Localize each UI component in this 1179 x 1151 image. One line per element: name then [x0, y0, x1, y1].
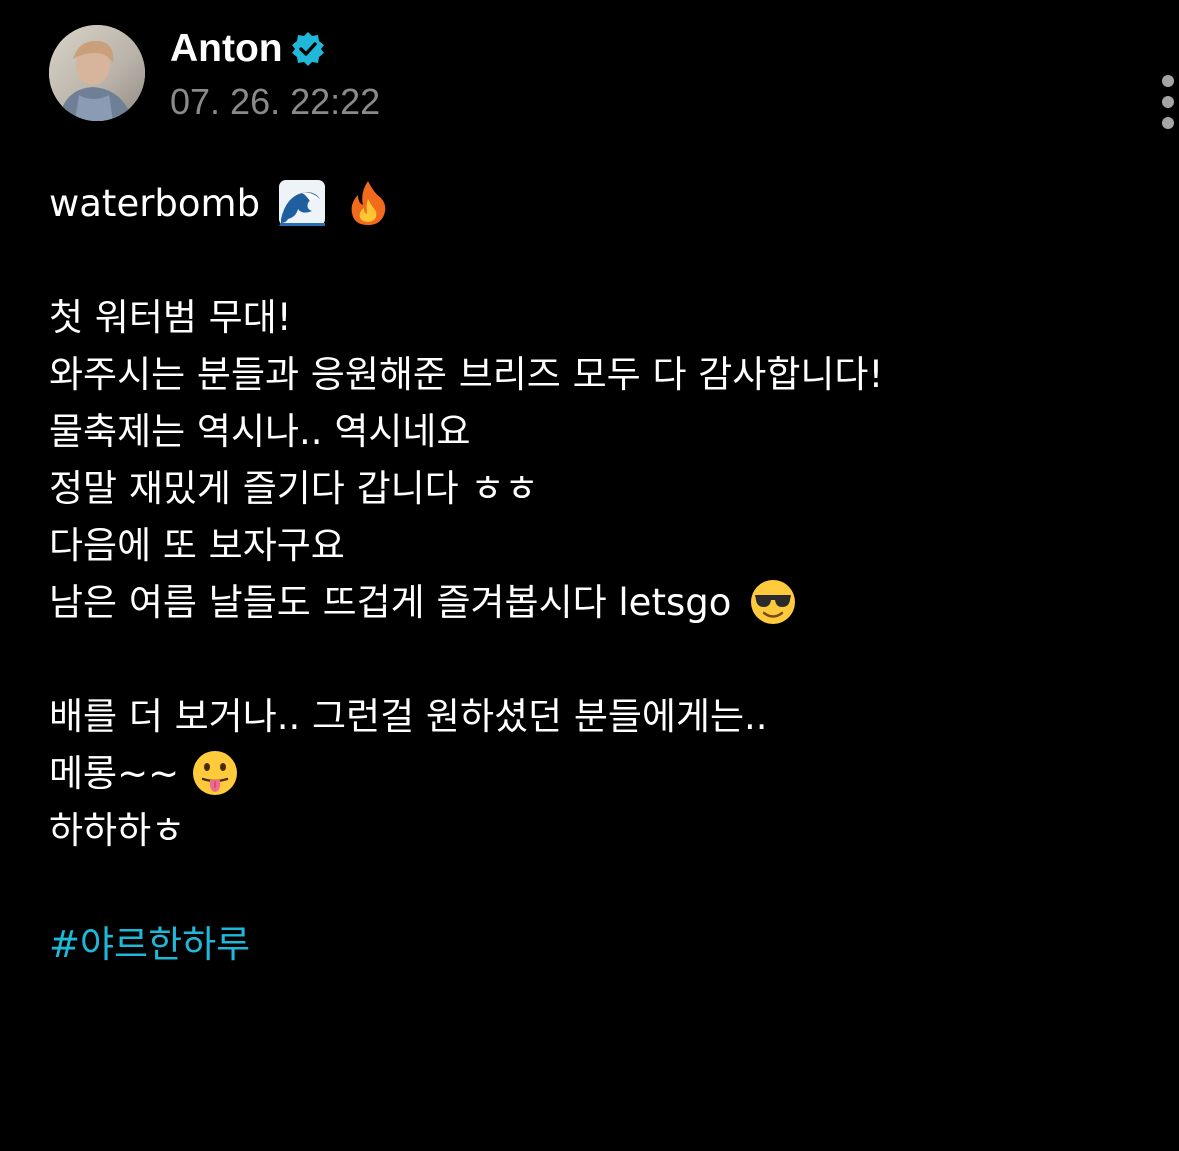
sunglasses-face-emoji: [749, 578, 797, 626]
post-line-text: 메롱~~: [49, 752, 180, 795]
hashtag-row: #야르한하루: [49, 916, 1149, 973]
post-line: 물축제는 역시나.. 역시네요: [49, 410, 471, 453]
more-options-button[interactable]: [1149, 75, 1179, 139]
avatar[interactable]: [49, 25, 145, 121]
post-line: 다음에 또 보자구요: [49, 524, 345, 567]
post-title-line: waterbomb: [49, 175, 1149, 232]
author-name[interactable]: Anton: [170, 26, 283, 72]
post-title-text: waterbomb: [49, 182, 261, 225]
tongue-out-face-emoji: [191, 749, 239, 797]
post-card: Anton 07. 26. 22:22 waterbomb 첫 워터범 무대! …: [0, 0, 1179, 1151]
post-line-text: 남은 여름 날들도 뜨겁게 즐겨봅시다 letsgo: [49, 581, 732, 624]
post-line-merong: 메롱~~: [49, 745, 1149, 802]
more-vertical-icon: [1162, 96, 1174, 108]
fire-emoji: [344, 179, 392, 227]
post-line: 와주시는 분들과 응원해준 브리즈 모두 다 감사합니다!: [49, 353, 884, 396]
post-timestamp: 07. 26. 22:22: [170, 81, 381, 122]
avatar-image: [49, 25, 145, 121]
post-line: 첫 워터범 무대!: [49, 296, 292, 339]
more-vertical-icon: [1162, 75, 1174, 87]
post-line-letsgo: 남은 여름 날들도 뜨겁게 즐겨봅시다 letsgo: [49, 574, 1149, 631]
post-line: 하하하ㅎ: [49, 809, 186, 852]
more-vertical-icon: [1162, 117, 1174, 129]
verified-badge-icon: [289, 30, 327, 68]
post-line: 배를 더 보거나.. 그런걸 원하셨던 분들에게는..: [49, 695, 768, 738]
water-wave-emoji: [278, 179, 326, 227]
author-name-row[interactable]: Anton: [170, 26, 327, 72]
post-line: 정말 재밌게 즐기다 갑니다 ㅎㅎ: [49, 467, 539, 510]
post-header: Anton 07. 26. 22:22: [49, 25, 1174, 135]
post-body: waterbomb 첫 워터범 무대! 와주시는 분들과 응원해준 브리즈 모두…: [49, 175, 1149, 973]
hashtag-link[interactable]: #야르한하루: [49, 923, 250, 966]
